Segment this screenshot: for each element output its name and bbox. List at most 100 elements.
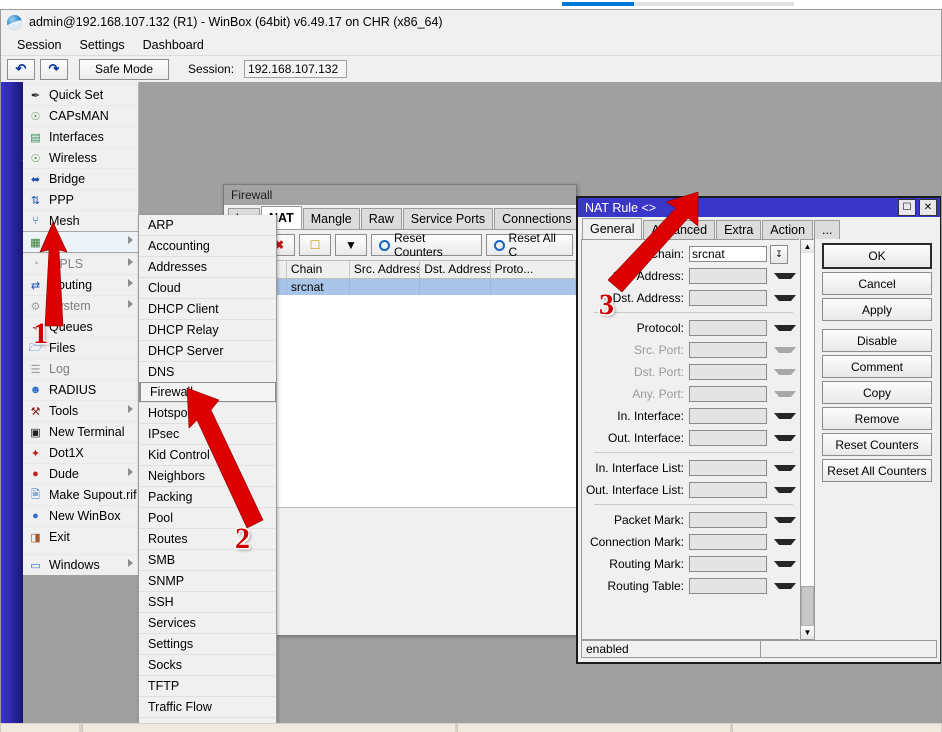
sidebar-item-files[interactable]: 🗁Files xyxy=(23,337,138,358)
sidebar-item-wireless[interactable]: ☉Wireless xyxy=(23,147,138,168)
taskbar-segment[interactable] xyxy=(82,724,455,732)
ip-menu-item-routes[interactable]: Routes xyxy=(139,528,276,549)
ip-menu-item-dns[interactable]: DNS xyxy=(139,361,276,382)
ip-menu-item-accounting[interactable]: Accounting xyxy=(139,235,276,256)
ip-menu-item-snmp[interactable]: SNMP xyxy=(139,570,276,591)
chevron-down-icon[interactable] xyxy=(774,347,796,353)
sidebar-item-make-supout-rif[interactable]: 🗎Make Supout.rif xyxy=(23,484,138,505)
reset-all-counters-button[interactable]: Reset All C xyxy=(486,234,573,256)
column-header[interactable]: Chain xyxy=(287,261,350,278)
chevron-down-icon[interactable] xyxy=(774,413,796,419)
expand-icon[interactable]: ↧ xyxy=(770,245,788,264)
chevron-down-icon[interactable] xyxy=(774,539,796,545)
sidebar-item-interfaces[interactable]: ▤Interfaces xyxy=(23,126,138,147)
ip-menu-item-ssh[interactable]: SSH xyxy=(139,591,276,612)
sidebar-item-new-terminal[interactable]: ▣New Terminal xyxy=(23,421,138,442)
session-input[interactable]: 192.168.107.132 xyxy=(244,60,347,78)
disable-button[interactable]: Disable xyxy=(822,329,932,352)
taskbar-segment[interactable] xyxy=(457,724,730,732)
sidebar-item-quick-set[interactable]: ✒Quick Set xyxy=(23,84,138,105)
reset-counters-button[interactable]: Reset Counters xyxy=(822,433,932,456)
ip-menu-item-settings[interactable]: Settings xyxy=(139,633,276,654)
taskbar-segment[interactable] xyxy=(0,724,79,732)
field-input-routing-table[interactable] xyxy=(689,578,767,594)
menu-settings[interactable]: Settings xyxy=(71,36,132,54)
field-input-any-port[interactable] xyxy=(689,386,767,402)
sidebar-item-ip[interactable]: ▦IP xyxy=(23,231,138,253)
ip-menu-item-hotspot[interactable]: Hotspot xyxy=(139,402,276,423)
ip-menu-item-pool[interactable]: Pool xyxy=(139,507,276,528)
ip-menu-item-smb[interactable]: SMB xyxy=(139,549,276,570)
field-input-out-interface-list[interactable] xyxy=(689,482,767,498)
chevron-down-icon[interactable] xyxy=(774,325,796,331)
sidebar-item-dot1x[interactable]: ✦Dot1X xyxy=(23,442,138,463)
chevron-down-icon[interactable] xyxy=(774,583,796,589)
redo-icon[interactable]: ↷ xyxy=(40,59,68,80)
scroll-track[interactable] xyxy=(801,253,814,626)
reset-all-counters-button[interactable]: Reset All Counters xyxy=(822,459,932,482)
firewall-tab-service-ports[interactable]: Service Ports xyxy=(403,208,493,229)
field-input-dst-port[interactable] xyxy=(689,364,767,380)
maximize-icon[interactable]: ☐ xyxy=(898,199,916,216)
chevron-down-icon[interactable] xyxy=(774,369,796,375)
sidebar-item-mpls[interactable]: ◔MPLS xyxy=(23,253,138,274)
sidebar-item-capsman[interactable]: ☉CAPsMAN xyxy=(23,105,138,126)
sidebar-item-system[interactable]: ⚙System xyxy=(23,295,138,316)
ip-menu-item-addresses[interactable]: Addresses xyxy=(139,256,276,277)
safe-mode-button[interactable]: Safe Mode xyxy=(79,59,169,80)
firewall-tab-raw[interactable]: Raw xyxy=(361,208,402,229)
sidebar-item-tools[interactable]: ⚒Tools xyxy=(23,400,138,421)
ip-menu-item-firewall[interactable]: Firewall xyxy=(139,382,276,402)
apply-button[interactable]: Apply xyxy=(822,298,932,321)
nat-rule-scrollbar[interactable]: ▲ ▼ xyxy=(800,239,815,640)
chevron-down-icon[interactable] xyxy=(774,273,796,279)
field-input-protocol[interactable] xyxy=(689,320,767,336)
ip-menu-item-tftp[interactable]: TFTP xyxy=(139,675,276,696)
ip-menu-item-neighbors[interactable]: Neighbors xyxy=(139,465,276,486)
ip-menu-item-dhcp-relay[interactable]: DHCP Relay xyxy=(139,319,276,340)
copy-button[interactable]: Copy xyxy=(822,381,932,404)
sidebar-item-mesh[interactable]: ⑂Mesh xyxy=(23,210,138,231)
chevron-down-icon[interactable] xyxy=(774,465,796,471)
column-header[interactable]: Src. Address xyxy=(350,261,420,278)
chevron-down-icon[interactable] xyxy=(774,517,796,523)
ip-menu-item-kid-control[interactable]: Kid Control xyxy=(139,444,276,465)
field-input-packet-mark[interactable] xyxy=(689,512,767,528)
nat-tab-action[interactable]: Action xyxy=(762,220,813,239)
ip-menu-item-packing[interactable]: Packing xyxy=(139,486,276,507)
field-input-chain[interactable]: srcnat xyxy=(689,246,767,262)
sidebar-item-log[interactable]: ☰Log xyxy=(23,358,138,379)
field-input-routing-mark[interactable] xyxy=(689,556,767,572)
menu-session[interactable]: Session xyxy=(9,36,69,54)
ip-menu-item-services[interactable]: Services xyxy=(139,612,276,633)
firewall-tab-connections[interactable]: Connections xyxy=(494,208,580,229)
ip-menu-item-arp[interactable]: ARP xyxy=(139,215,276,235)
scroll-thumb[interactable] xyxy=(801,586,814,626)
ip-menu-item-dhcp-client[interactable]: DHCP Client xyxy=(139,298,276,319)
sidebar-item-routing[interactable]: ⇄Routing xyxy=(23,274,138,295)
reset-counters-button[interactable]: Reset Counters xyxy=(371,234,482,256)
taskbar-segment[interactable] xyxy=(732,724,941,732)
sidebar-item-exit[interactable]: ◨Exit xyxy=(23,526,138,547)
field-input-dst-address[interactable] xyxy=(689,290,767,306)
chevron-down-icon[interactable] xyxy=(774,435,796,441)
column-header[interactable]: Proto... xyxy=(491,261,576,278)
column-header[interactable]: Dst. Address xyxy=(420,261,490,278)
sidebar-item-queues[interactable]: ◕Queues xyxy=(23,316,138,337)
field-input-src-address[interactable] xyxy=(689,268,767,284)
sidebar-item-dude[interactable]: ●Dude xyxy=(23,463,138,484)
nat-tab-extra[interactable]: Extra xyxy=(716,220,761,239)
scroll-down-icon[interactable]: ▼ xyxy=(801,625,814,639)
remove-button[interactable]: Remove xyxy=(822,407,932,430)
sidebar-item-windows[interactable]: ▭Windows xyxy=(23,554,138,575)
sidebar-item-bridge[interactable]: ⬌Bridge xyxy=(23,168,138,189)
field-input-in-interface[interactable] xyxy=(689,408,767,424)
cancel-button[interactable]: Cancel xyxy=(822,272,932,295)
filter-icon[interactable]: ▼ xyxy=(335,234,367,256)
chevron-down-icon[interactable] xyxy=(774,487,796,493)
chevron-down-icon[interactable] xyxy=(774,391,796,397)
ip-menu-item-dhcp-server[interactable]: DHCP Server xyxy=(139,340,276,361)
ip-menu-item-cloud[interactable]: Cloud xyxy=(139,277,276,298)
field-input-connection-mark[interactable] xyxy=(689,534,767,550)
field-input-out-interface[interactable] xyxy=(689,430,767,446)
